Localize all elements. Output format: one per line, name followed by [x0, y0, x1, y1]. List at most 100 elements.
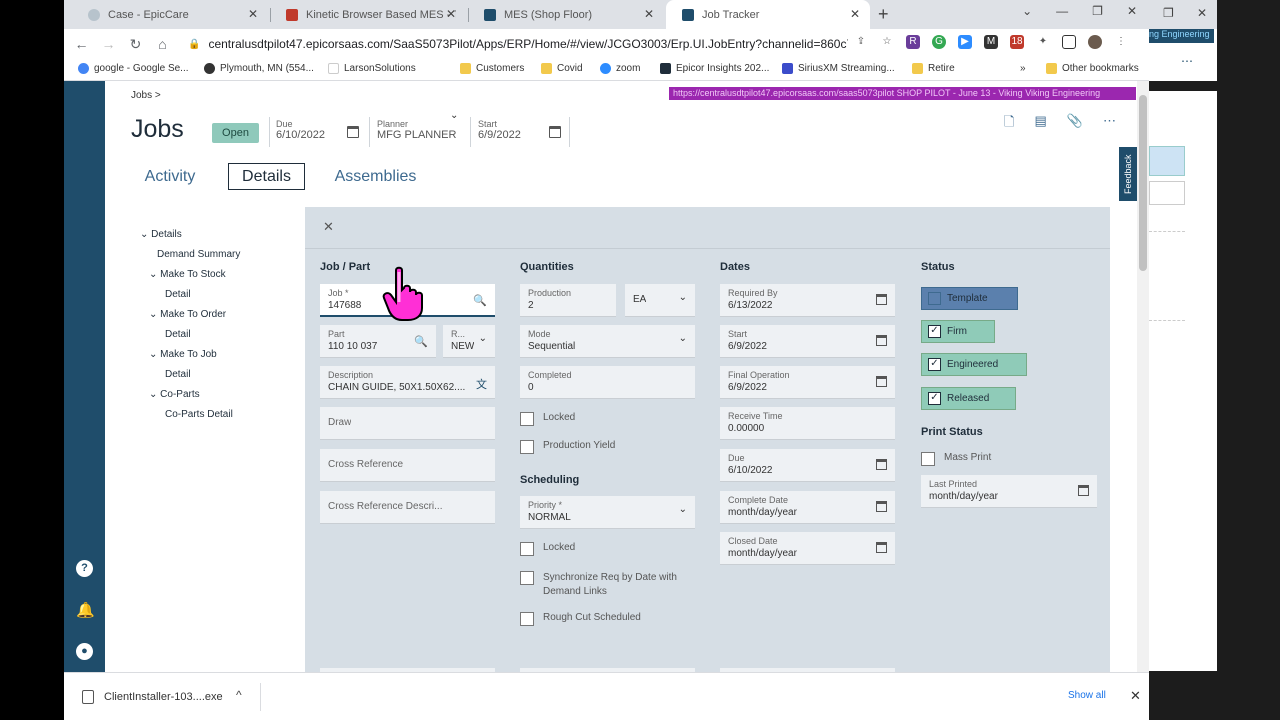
sidepanel-icon[interactable]: [1062, 35, 1076, 49]
tree-caret-icon[interactable]: ⌄: [149, 349, 157, 360]
checkbox[interactable]: [520, 412, 534, 426]
bookmarks-overflow-chevron[interactable]: »: [1020, 63, 1026, 74]
tree-caret-icon[interactable]: ⌄: [140, 229, 148, 240]
locked-qty-checkbox[interactable]: Locked: [520, 412, 575, 426]
user-icon[interactable]: ●: [76, 643, 93, 660]
released-toggle[interactable]: ✓ Released: [921, 387, 1016, 410]
forward-arrow-icon[interactable]: →: [95, 36, 122, 52]
chevron-up-icon[interactable]: ^: [236, 688, 242, 702]
checkbox[interactable]: [928, 292, 941, 305]
header-planner-field[interactable]: Planner MFG PLANNER: [377, 119, 456, 141]
download-filename[interactable]: ClientInstaller-103....exe: [104, 691, 223, 703]
page-scrollbar[interactable]: [1137, 81, 1149, 672]
calendar-icon[interactable]: [876, 501, 887, 512]
close-icon[interactable]: ✕: [248, 7, 258, 21]
bookmark-zoom[interactable]: zoom: [600, 63, 640, 74]
start-date-field[interactable]: Start 6/9/2022: [720, 325, 895, 358]
header-start-field[interactable]: Start 6/9/2022: [478, 119, 521, 141]
checkbox[interactable]: [520, 440, 534, 454]
chevron-down-icon[interactable]: ⌄: [679, 504, 687, 515]
bookmark-other[interactable]: Other bookmarks: [1046, 63, 1139, 74]
extensions-puzzle-icon[interactable]: ✦: [1036, 35, 1050, 49]
show-all-link[interactable]: Show all: [1068, 690, 1106, 701]
tree-item-co-parts[interactable]: ⌄ Co-Parts: [149, 389, 200, 400]
calendar-icon[interactable]: [876, 335, 887, 346]
scrollbar-thumb[interactable]: [1139, 95, 1147, 271]
bookmark-retire[interactable]: Retire: [912, 63, 955, 74]
cross-reference-description-field[interactable]: Cross Reference Descri...: [320, 491, 495, 524]
browser-menu-icon[interactable]: ⋮: [1114, 35, 1128, 49]
close-icon[interactable]: ✕: [1130, 688, 1141, 704]
part-field[interactable]: Part 110 10 037 🔍: [320, 325, 436, 358]
checkbox[interactable]: [520, 571, 534, 585]
breadcrumb[interactable]: Jobs >: [131, 90, 161, 101]
panel-icon[interactable]: ▤: [1034, 113, 1046, 135]
chevron-down-icon[interactable]: ⌄: [679, 292, 687, 303]
bookmark-larson[interactable]: LarsonSolutions: [328, 63, 416, 74]
bookmark-epicor-insights[interactable]: Epicor Insights 202...: [660, 63, 769, 74]
bell-icon[interactable]: 🔔: [76, 602, 95, 619]
tree-item-detail[interactable]: Detail: [165, 369, 191, 380]
close-icon[interactable]: ✕: [850, 7, 860, 21]
help-icon[interactable]: ?: [76, 560, 93, 577]
extension-m-icon[interactable]: M: [984, 35, 998, 49]
draw-field[interactable]: Draw: [320, 407, 495, 440]
restore-icon[interactable]: ❐: [1092, 4, 1103, 18]
template-toggle[interactable]: Template: [921, 287, 1018, 310]
browser-tab-kinetic-mes[interactable]: Kinetic Browser Based MES - Test ✕: [270, 0, 466, 29]
calendar-icon[interactable]: [1078, 485, 1089, 496]
tree-item-detail[interactable]: Detail: [165, 329, 191, 340]
extension-calendar-icon[interactable]: 18: [1010, 35, 1024, 49]
completed-qty-field[interactable]: Completed 0: [520, 366, 695, 399]
final-operation-field[interactable]: Final Operation 6/9/2022: [720, 366, 895, 399]
priority-select[interactable]: Priority * NORMAL ⌄: [520, 496, 695, 529]
tab-details[interactable]: Details: [228, 163, 305, 190]
translate-icon[interactable]: 文: [476, 376, 487, 392]
firm-toggle[interactable]: ✓ Firm: [921, 320, 995, 343]
address-bar[interactable]: 🔒 centralusdtpilot47.epicorsaas.com/SaaS…: [180, 32, 872, 56]
cross-reference-field[interactable]: Cross Reference: [320, 449, 495, 482]
header-due-field[interactable]: Due 6/10/2022: [276, 119, 325, 141]
tab-assemblies[interactable]: Assemblies: [321, 163, 430, 190]
chevron-down-icon[interactable]: ⌄: [450, 110, 458, 121]
calendar-icon[interactable]: [876, 459, 887, 470]
document-icon[interactable]: 🗋: [1004, 113, 1014, 135]
complete-date-field[interactable]: Complete Date month/day/year: [720, 491, 895, 524]
closed-date-field[interactable]: Closed Date month/day/year: [720, 532, 895, 565]
browser-tab-mes-shop-floor[interactable]: MES (Shop Floor) ✕: [468, 0, 664, 29]
checkbox[interactable]: [520, 542, 534, 556]
description-field[interactable]: Description CHAIN GUIDE, 50X1.50X62.... …: [320, 366, 495, 399]
tree-item-demand-summary[interactable]: Demand Summary: [157, 249, 240, 260]
revision-field[interactable]: R... NEW ⌄: [443, 325, 495, 358]
production-yield-checkbox[interactable]: Production Yield: [520, 440, 615, 454]
tree-caret-icon[interactable]: ⌄: [149, 389, 157, 400]
calendar-icon[interactable]: [876, 542, 887, 553]
browser-tab-job-tracker[interactable]: Job Tracker ✕: [666, 0, 870, 29]
bookmark-google[interactable]: google - Google Se...: [78, 63, 189, 74]
search-icon[interactable]: 🔍: [473, 294, 487, 307]
extension-r-icon[interactable]: R: [906, 35, 920, 49]
tree-caret-icon[interactable]: ⌄: [149, 309, 157, 320]
receive-time-field[interactable]: Receive Time 0.00000: [720, 407, 895, 440]
checkbox[interactable]: [520, 612, 534, 626]
chevron-down-icon[interactable]: ⌄: [679, 333, 687, 344]
bookmark-customers[interactable]: Customers: [460, 63, 524, 74]
due-date-field[interactable]: Due 6/10/2022: [720, 449, 895, 482]
close-icon[interactable]: ✕: [446, 7, 456, 21]
browser-tab-case[interactable]: Case - EpicCare ✕: [72, 0, 268, 29]
extension-zoom-icon[interactable]: ▶: [958, 35, 972, 49]
tab-search-chevron-icon[interactable]: ⌄: [1022, 4, 1032, 18]
checkmark-icon[interactable]: ✓: [928, 392, 941, 405]
last-printed-field[interactable]: Last Printed month/day/year: [921, 475, 1097, 508]
checkbox[interactable]: [921, 452, 935, 466]
tab-activity[interactable]: Activity: [140, 163, 200, 190]
checkmark-icon[interactable]: ✓: [928, 325, 941, 338]
tree-caret-icon[interactable]: ⌄: [149, 269, 157, 280]
mode-select[interactable]: Mode Sequential ⌄: [520, 325, 695, 358]
required-by-field[interactable]: Required By 6/13/2022: [720, 284, 895, 317]
tree-item-make-to-order[interactable]: ⌄ Make To Order: [149, 309, 226, 320]
chevron-down-icon[interactable]: ⌄: [479, 333, 487, 344]
home-icon[interactable]: ⌂: [149, 36, 176, 52]
reload-icon[interactable]: ↻: [122, 36, 149, 53]
calendar-icon[interactable]: [549, 126, 561, 138]
